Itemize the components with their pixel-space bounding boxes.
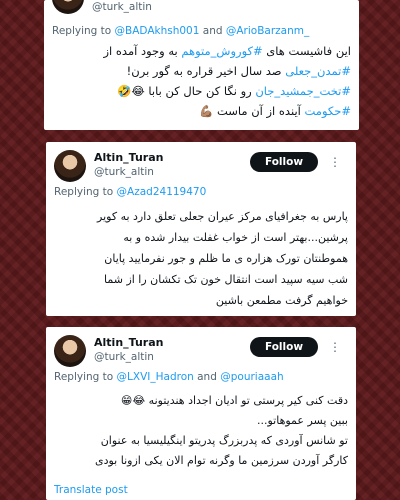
mention-link[interactable]: @ArioBarzanm_ <box>226 25 309 37</box>
tweet-line: #حکومت آینده از آن ماست 💪🏽 <box>52 101 351 121</box>
user-handle[interactable]: @turk_altin <box>94 166 154 178</box>
tweet-text: این فاشیست های #کوروش_متوهم به وجود آمده… <box>52 41 352 121</box>
translate-post-link[interactable]: Translate post <box>54 484 128 496</box>
text-segment: رو نگا کن حال کن بابا 😂🤣 <box>117 84 256 98</box>
tweet-header: Altin_Turan @turk_altin Follow ⋮ <box>54 335 348 369</box>
avatar[interactable] <box>52 0 84 14</box>
and-label: and <box>197 371 217 383</box>
tweet-line: پارس به جغرافیای مرکز عیران جعلی تعلق دا… <box>97 210 348 223</box>
mention-link[interactable]: @Azad24119470 <box>117 186 207 198</box>
tweet-card-1[interactable]: @turk_altin Replying to @BADAkhsh001 and… <box>44 0 359 130</box>
tweet-line: ببین پسر عموهاتو... <box>256 414 348 427</box>
follow-button[interactable]: Follow <box>250 152 318 172</box>
hashtag-link[interactable]: #تخت_جمشید_جان <box>255 84 351 98</box>
tweet-line: این فاشیست های #کوروش_متوهم به وجود آمده… <box>52 41 352 61</box>
tweet-line: دقت کنی کیر پرستی تو ادیان اجداد هندیتون… <box>120 394 348 407</box>
reply-context: Replying to @LXVI_Hadron and @pouriaaah <box>54 371 348 383</box>
mention-link[interactable]: @pouriaaah <box>220 371 283 383</box>
mention-link[interactable]: @BADAkhsh001 <box>115 25 200 37</box>
tweet-line: تو شانس آوردی که پدربزرگ پدریتو اینگیلیس… <box>100 434 348 447</box>
follow-button[interactable]: Follow <box>250 337 318 357</box>
more-horizontal-icon[interactable]: ⋮ <box>326 337 344 357</box>
replying-to-label: Replying to <box>52 25 112 37</box>
tweet-line: پرشین...بهتر است از خواب غفلت بیدار شده … <box>123 231 348 244</box>
tweet-line: هموطنتان تورک هزاره ی ما ظلم و جور نفرما… <box>104 252 348 265</box>
replying-to-label: Replying to <box>54 186 114 198</box>
tweet-card-3[interactable]: Altin_Turan @turk_altin Follow ⋮ Replyin… <box>46 327 356 500</box>
replying-to-label: Replying to <box>54 371 114 383</box>
tweet-header: @turk_altin <box>52 0 351 16</box>
text-segment: صد سال اخیر قراره به گور برن! <box>126 64 286 78</box>
mention-link[interactable]: @LXVI_Hadron <box>117 371 194 383</box>
hashtag-link[interactable]: #تمدن_جعلی <box>285 64 351 78</box>
tweet-line: #تخت_جمشید_جان رو نگا کن حال کن بابا 😂🤣 <box>52 81 351 101</box>
reply-context: Replying to @Azad24119470 <box>54 186 348 198</box>
display-name[interactable]: Altin_Turan <box>94 151 163 164</box>
user-handle[interactable]: @turk_altin <box>92 1 152 13</box>
reply-context: Replying to @BADAkhsh001 and @ArioBarzan… <box>52 25 351 37</box>
text-segment: به وجود آمده از <box>103 44 182 58</box>
tweet-text: پارس به جغرافیای مرکز عیران جعلی تعلق دا… <box>54 206 348 311</box>
text-segment: آینده از آن ماست 💪🏽 <box>198 104 305 118</box>
avatar[interactable] <box>54 150 86 182</box>
tweet-line: #تمدن_جعلی صد سال اخیر قراره به گور برن! <box>52 61 351 81</box>
tweet-line: کارگر آوردن سرزمین ما وگرنه توام الان یک… <box>94 454 348 467</box>
hashtag-link[interactable]: #کوروش_متوهم <box>181 44 262 58</box>
tweet-text: دقت کنی کیر پرستی تو ادیان اجداد هندیتون… <box>54 391 348 471</box>
tweet-line: شب سیه سپید است انتقال خون تک تکشان را ا… <box>104 273 348 286</box>
more-horizontal-icon[interactable]: ⋮ <box>326 152 344 172</box>
tweet-card-2[interactable]: Altin_Turan @turk_altin Follow ⋮ Replyin… <box>46 142 356 316</box>
user-handle[interactable]: @turk_altin <box>94 351 154 363</box>
tweet-line: خواهیم گرفت مطمعن باشین <box>215 294 348 307</box>
hashtag-link[interactable]: #حکومت <box>305 104 352 118</box>
text-segment: این فاشیست های <box>262 44 351 58</box>
and-label: and <box>202 25 223 37</box>
avatar[interactable] <box>54 335 86 367</box>
tweet-header: Altin_Turan @turk_altin Follow ⋮ <box>54 150 348 184</box>
display-name[interactable]: Altin_Turan <box>94 336 163 349</box>
